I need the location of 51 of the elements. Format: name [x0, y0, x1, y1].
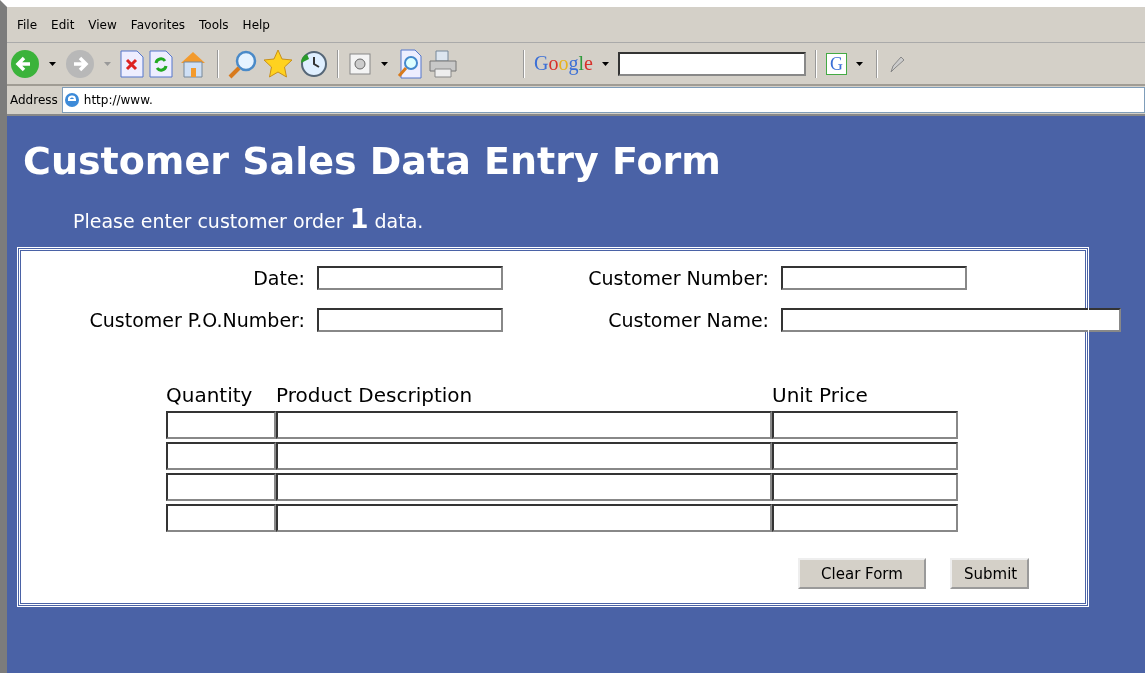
caret-icon[interactable] — [855, 61, 863, 66]
form-button[interactable]: Submit — [950, 558, 1029, 589]
field-label: Customer Name: — [607, 309, 769, 331]
media-icon[interactable] — [348, 51, 372, 76]
menu-item[interactable]: File — [11, 17, 46, 32]
input-field[interactable] — [781, 266, 967, 290]
input-field[interactable] — [166, 504, 276, 532]
form-button[interactable]: Clear Form — [798, 558, 926, 589]
star-icon[interactable] — [263, 48, 293, 79]
page-icon — [62, 91, 81, 109]
caret-icon[interactable] — [601, 61, 609, 66]
search-field[interactable] — [617, 51, 806, 76]
column-header: Unit Price — [772, 382, 869, 408]
menu-item[interactable]: Help — [236, 17, 278, 32]
stop-icon[interactable] — [120, 49, 144, 78]
field-label: Customer P.O.Number: — [88, 309, 305, 331]
input-field[interactable] — [276, 473, 772, 501]
menu-item[interactable]: Favorites — [124, 17, 194, 32]
refresh-icon[interactable] — [149, 49, 173, 78]
menu-item[interactable]: Edit — [45, 17, 83, 32]
input-field[interactable] — [166, 473, 276, 501]
input-field[interactable] — [772, 411, 958, 439]
input-field[interactable] — [772, 504, 958, 532]
printer-icon[interactable] — [428, 48, 458, 79]
caret-icon[interactable] — [381, 61, 388, 66]
input-field[interactable] — [772, 442, 958, 470]
input-field[interactable] — [317, 266, 503, 290]
history-icon[interactable] — [298, 48, 328, 79]
column-header: Product Description — [276, 382, 474, 408]
back-icon[interactable] — [10, 48, 40, 79]
address-label: Address — [10, 93, 58, 107]
print-preview-icon[interactable] — [397, 48, 423, 79]
address-field[interactable]: http://www. — [61, 87, 1145, 113]
column-header: Quantity — [166, 382, 254, 408]
menu-item[interactable]: View — [82, 17, 125, 32]
input-field[interactable] — [781, 308, 1121, 332]
field-label: Date: — [252, 267, 305, 289]
caret-icon[interactable] — [49, 61, 56, 66]
field-label: Customer Number: — [587, 267, 769, 289]
input-field[interactable] — [276, 442, 772, 470]
menu-item[interactable]: Tools — [193, 17, 237, 32]
instruction-text: Please enter customer order 1 data. — [73, 204, 425, 236]
input-field[interactable] — [166, 442, 276, 470]
input-field[interactable] — [276, 411, 772, 439]
search-icon[interactable] — [228, 48, 258, 79]
google-search-button[interactable]: G — [825, 52, 847, 75]
input-field[interactable] — [772, 473, 958, 501]
input-field[interactable] — [317, 308, 503, 332]
input-field[interactable] — [166, 411, 276, 439]
input-field[interactable] — [276, 504, 772, 532]
page-title: Customer Sales Data Entry Form — [22, 138, 722, 185]
